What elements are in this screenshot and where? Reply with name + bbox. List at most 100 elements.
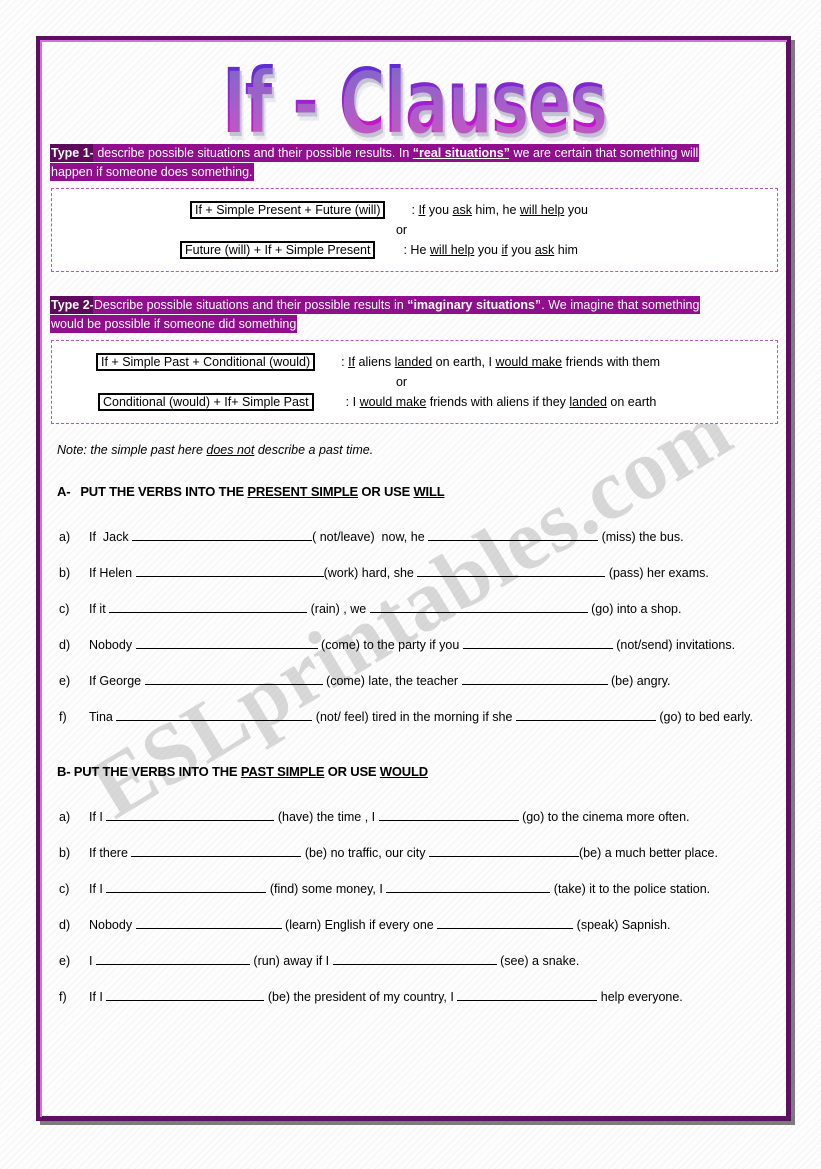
exercise-item: d) Nobody (come) to the party if you (not… bbox=[51, 637, 778, 652]
exercise-item-label: a) bbox=[59, 530, 71, 545]
exercise-item-text: (speak) Sapnish. bbox=[573, 918, 671, 933]
answer-blank[interactable] bbox=[386, 881, 551, 894]
exercise-item-text: If I bbox=[89, 882, 107, 897]
answer-blank[interactable] bbox=[437, 917, 574, 930]
note: Note: the simple past here does not desc… bbox=[57, 443, 778, 457]
exercise-item-text: (find) some money, I bbox=[266, 882, 387, 897]
exercise-item-label: f) bbox=[59, 710, 67, 725]
exercise-item-text: ( not/leave) now, he bbox=[312, 530, 429, 545]
exercise-item-label: b) bbox=[59, 566, 71, 581]
answer-blank[interactable] bbox=[417, 565, 606, 578]
exercise-item: c) If I (find) some money, I (take) it to… bbox=[51, 881, 778, 896]
exercise-item: c) If it (rain) , we (go) into a shop. bbox=[51, 601, 778, 616]
type1-tag: Type 1- bbox=[51, 145, 94, 162]
exercise-item: b) If Helen (work) hard, she (pass) her e… bbox=[51, 565, 778, 580]
exercise-item-label: c) bbox=[59, 882, 70, 897]
exercise-a-list: a) If Jack ( not/leave) now, he (miss) th… bbox=[51, 529, 778, 724]
answer-blank[interactable] bbox=[135, 917, 282, 930]
answer-blank[interactable] bbox=[462, 637, 613, 650]
type1-pattern-1: If + Simple Present + Future (will) bbox=[190, 201, 386, 220]
worksheet-content: If - Clauses Type 1- describe possible s… bbox=[41, 41, 786, 1116]
answer-blank[interactable] bbox=[515, 709, 656, 722]
answer-blank[interactable] bbox=[429, 845, 579, 858]
type2-line2: would be possible if someone did somethi… bbox=[51, 316, 297, 333]
answer-blank[interactable] bbox=[106, 881, 267, 894]
exercise-item: e) If George (come) late, the teacher (be… bbox=[51, 673, 778, 688]
exercise-item-text: help everyone. bbox=[597, 990, 683, 1005]
type2-formula-row-2: Conditional (would) + If+ Simple Past : … bbox=[62, 393, 767, 412]
type1-or: or bbox=[395, 223, 408, 238]
note-underlined: does not bbox=[206, 443, 255, 458]
exercise-item: e) I (run) away if I (see) a snake. bbox=[51, 953, 778, 968]
type2-tag: Type 2- bbox=[51, 297, 94, 314]
answer-blank[interactable] bbox=[428, 529, 599, 542]
answer-blank[interactable] bbox=[131, 845, 302, 858]
answer-blank[interactable] bbox=[106, 989, 265, 1002]
type2-description: Type 2-Describe possible situations and … bbox=[51, 296, 778, 334]
exercise-item-text: (be) a much better place. bbox=[579, 846, 718, 861]
answer-blank[interactable] bbox=[369, 601, 588, 614]
type2-quoted: “imaginary situations” bbox=[407, 297, 542, 314]
exercise-item: d) Nobody (learn) English if every one (s… bbox=[51, 917, 778, 932]
exercise-a-index: A- bbox=[57, 484, 71, 500]
exercise-item-label: e) bbox=[59, 954, 71, 969]
exercise-item-text: If Helen bbox=[89, 566, 136, 581]
exercise-item-text: If it bbox=[89, 602, 110, 617]
type2-formula-row-1: If + Simple Past + Conditional (would) :… bbox=[62, 353, 767, 372]
title-area: If - Clauses bbox=[51, 41, 778, 148]
exercise-item-label: f) bbox=[59, 990, 67, 1005]
exercise-a-heading-mid: OR USE bbox=[358, 484, 414, 500]
exercise-item-text: (rain) , we bbox=[307, 602, 370, 617]
answer-blank[interactable] bbox=[106, 809, 275, 822]
exercise-item-label: d) bbox=[59, 918, 71, 933]
exercise-item: a) If I (have) the time , I (go) to the c… bbox=[51, 809, 778, 824]
answer-blank[interactable] bbox=[109, 601, 308, 614]
type2-text-a: Describe possible situations and their p… bbox=[93, 297, 408, 314]
type2-or: or bbox=[395, 375, 408, 390]
answer-blank[interactable] bbox=[332, 953, 497, 966]
exercise-item-text: (go) to bed early. bbox=[655, 710, 753, 725]
exercise-b-index: B- bbox=[57, 764, 71, 780]
exercise-item-text: (be) angry. bbox=[607, 674, 671, 689]
exercise-item-text: If George bbox=[89, 674, 145, 689]
answer-blank[interactable] bbox=[135, 637, 318, 650]
answer-blank[interactable] bbox=[116, 709, 313, 722]
exercise-item: a) If Jack ( not/leave) now, he (miss) th… bbox=[51, 529, 778, 544]
exercise-item-text: If there bbox=[89, 846, 132, 861]
answer-blank[interactable] bbox=[461, 673, 608, 686]
answer-blank[interactable] bbox=[135, 565, 324, 578]
type1-example-1: : If you ask him, he will help you bbox=[411, 203, 588, 218]
exercise-item-text: (come) late, the teacher bbox=[322, 674, 462, 689]
exercise-item-text: (miss) the bus. bbox=[598, 530, 684, 545]
exercise-item-text: (pass) her exams. bbox=[605, 566, 709, 581]
exercise-item-text: (run) away if I bbox=[249, 954, 333, 969]
type1-formula-row-1: If + Simple Present + Future (will) : If… bbox=[62, 201, 767, 220]
exercise-item-text: (not/send) invitations. bbox=[612, 638, 736, 653]
type2-text-b: . We imagine that something bbox=[541, 297, 700, 314]
type2-formula-box: If + Simple Past + Conditional (would) :… bbox=[51, 340, 778, 425]
type1-line2: happen if someone does something. bbox=[51, 164, 253, 181]
exercise-item-text: (go) into a shop. bbox=[587, 602, 682, 617]
exercise-item-label: d) bbox=[59, 638, 71, 653]
type1-pattern-2: Future (will) + If + Simple Present bbox=[180, 241, 376, 260]
exercise-item-label: b) bbox=[59, 846, 71, 861]
exercise-item-text: I bbox=[89, 954, 96, 969]
page-title: If - Clauses bbox=[216, 54, 612, 148]
exercise-item-label: a) bbox=[59, 810, 71, 825]
exercise-item-text: (go) to the cinema more often. bbox=[518, 810, 690, 825]
answer-blank[interactable] bbox=[457, 989, 598, 1002]
exercise-item-text: Nobody bbox=[89, 918, 136, 933]
exercise-item-text: (have) the time , I bbox=[274, 810, 379, 825]
answer-blank[interactable] bbox=[95, 953, 250, 966]
note-prefix: Note: the simple past here bbox=[57, 443, 207, 458]
exercise-item-text: (come) to the party if you bbox=[317, 638, 463, 653]
answer-blank[interactable] bbox=[132, 529, 313, 542]
exercise-a-heading-pre: PUT THE VERBS INTO THE bbox=[80, 484, 248, 500]
exercise-item-text: If Jack bbox=[89, 530, 133, 545]
exercise-item: f) If I (be) the president of my country,… bbox=[51, 989, 778, 1004]
exercise-item-text: (not/ feel) tired in the morning if she bbox=[312, 710, 516, 725]
type2-pattern-1: If + Simple Past + Conditional (would) bbox=[96, 353, 316, 372]
answer-blank[interactable] bbox=[378, 809, 519, 822]
note-suffix: describe a past time. bbox=[254, 443, 374, 458]
answer-blank[interactable] bbox=[144, 673, 323, 686]
